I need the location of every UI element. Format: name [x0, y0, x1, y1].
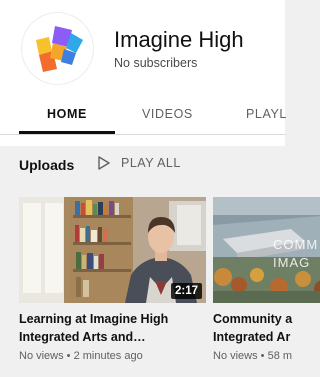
channel-tabs: HOME VIDEOS PLAYL	[0, 101, 286, 135]
video-title-line-2[interactable]: Integrated Arts and…	[19, 329, 206, 346]
video-meta: No views • 58 m	[213, 350, 293, 362]
channel-text: Imagine High No subscribers	[114, 27, 244, 70]
channel-avatar[interactable]	[22, 13, 93, 84]
thumbnail-overlay-text: IMAG	[273, 255, 311, 270]
tab-home[interactable]: HOME	[19, 101, 115, 135]
imagine-high-logo	[35, 25, 83, 72]
play-all-label: PLAY ALL	[121, 156, 181, 170]
channel-header: Imagine High No subscribers HOME VIDEOS …	[0, 0, 286, 146]
thumbnail-overlay-text: COMM	[273, 237, 319, 252]
video-card[interactable]: COMM IMAG Community a Integrated Ar No v…	[213, 197, 320, 362]
video-meta: No views • 2 minutes ago	[19, 350, 143, 362]
channel-info: Imagine High No subscribers	[22, 13, 244, 84]
video-title-line-1[interactable]: Community a	[213, 311, 320, 328]
video-thumbnail[interactable]: 2:17	[19, 197, 206, 303]
tab-videos[interactable]: VIDEOS	[142, 101, 202, 135]
video-card[interactable]: 2:17 Learning at Imagine High Integrated…	[19, 197, 206, 362]
video-thumbnail[interactable]: COMM IMAG	[213, 197, 320, 303]
video-duration: 2:17	[170, 283, 202, 299]
video-title-line-2[interactable]: Integrated Ar	[213, 329, 320, 346]
tab-playlists[interactable]: PLAYL	[246, 101, 306, 135]
play-icon	[98, 156, 110, 170]
channel-name: Imagine High	[114, 27, 244, 52]
video-title-line-1[interactable]: Learning at Imagine High	[19, 311, 206, 328]
section-title: Uploads	[19, 157, 75, 173]
play-all-button[interactable]: PLAY ALL	[98, 156, 181, 170]
uploads-section-header: Uploads PLAY ALL	[0, 146, 285, 188]
tabs-divider	[0, 134, 285, 135]
subscriber-count: No subscribers	[114, 56, 198, 70]
